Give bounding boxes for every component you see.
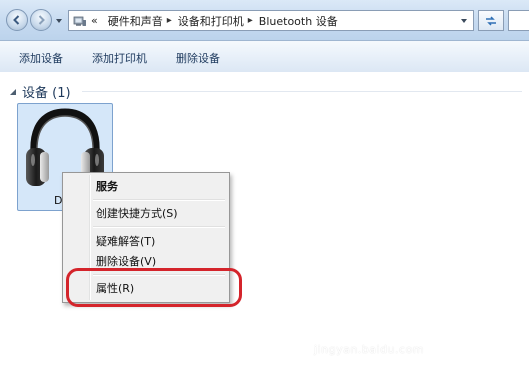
breadcrumb-separator-icon[interactable]: ▸ (167, 15, 172, 26)
group-divider (82, 91, 522, 92)
collapse-triangle-icon[interactable] (9, 88, 17, 96)
history-dropdown-icon[interactable] (55, 17, 63, 25)
title-bar: « 硬件和声音 ▸ 设备和打印机 ▸ Bluetooth 设备 (0, 0, 529, 41)
annotation-circle (66, 268, 242, 307)
forward-button[interactable] (30, 9, 52, 31)
back-button[interactable] (6, 9, 28, 31)
breadcrumb-hardware-sound[interactable]: 硬件和声音 (108, 13, 163, 29)
refresh-icon (486, 15, 496, 26)
watermark: jingyan.baidu.com (314, 343, 425, 356)
menu-separator (93, 199, 225, 201)
menu-separator (93, 226, 225, 228)
add-device-button[interactable]: 添加设备 (19, 50, 63, 66)
refresh-button[interactable] (478, 10, 504, 31)
overflow-chevron[interactable]: « (91, 14, 98, 27)
search-input[interactable] (508, 10, 529, 31)
remove-device-button[interactable]: 删除设备 (176, 50, 220, 66)
breadcrumb-devices-printers[interactable]: 设备和打印机 (178, 13, 244, 29)
back-arrow-icon (13, 15, 20, 25)
devices-folder-icon (73, 16, 86, 26)
forward-arrow-icon (38, 15, 45, 25)
breadcrumb-separator-icon[interactable]: ▸ (248, 15, 253, 26)
command-bar: 添加设备 添加打印机 删除设备 (0, 41, 529, 73)
device-group-title: 设备 (1) (22, 86, 71, 101)
breadcrumb-bluetooth-devices[interactable]: Bluetooth 设备 (259, 13, 338, 29)
menu-item-services[interactable]: 服务 (66, 176, 226, 196)
device-group-header[interactable]: 设备 (1) (9, 82, 71, 101)
address-bar[interactable]: « 硬件和声音 ▸ 设备和打印机 ▸ Bluetooth 设备 (68, 10, 474, 31)
address-dropdown-button[interactable] (455, 11, 473, 30)
add-printer-button[interactable]: 添加打印机 (92, 50, 147, 66)
menu-item-create-shortcut[interactable]: 创建快捷方式(S) (66, 203, 226, 223)
chevron-down-icon (461, 18, 467, 23)
menu-item-troubleshoot[interactable]: 疑难解答(T) (66, 231, 226, 251)
